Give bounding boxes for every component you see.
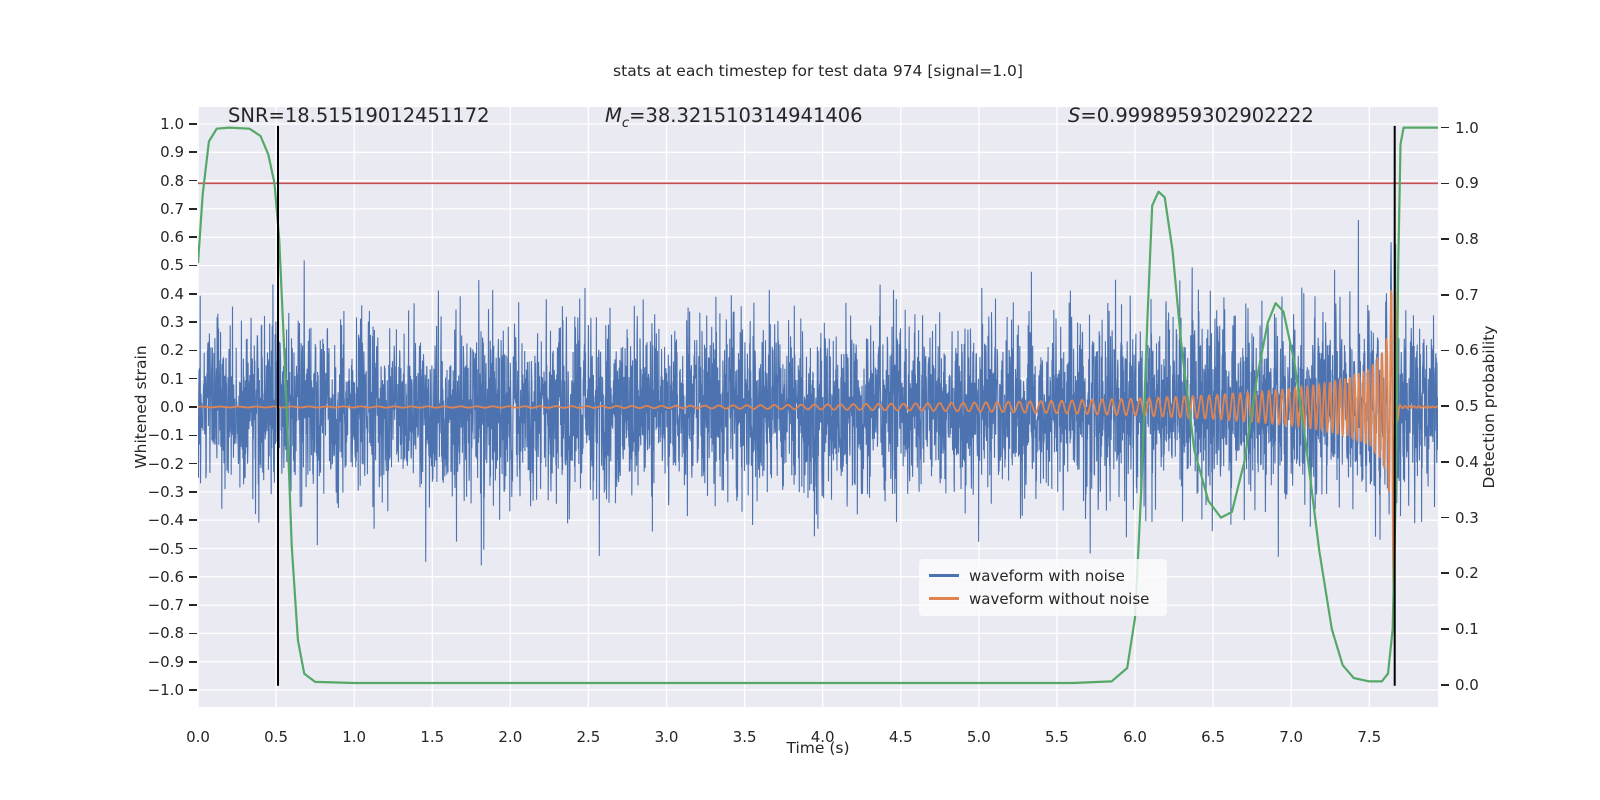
y-tick-label-left: 0.7 — [160, 199, 184, 218]
y-tick-label-left: −0.1 — [147, 426, 184, 445]
x-tick-label: 7.5 — [1357, 728, 1382, 746]
x-tick-label: 4.5 — [888, 728, 913, 746]
y-tick-mark-left — [189, 321, 197, 323]
legend-item-with-noise: waveform with noise — [929, 564, 1157, 587]
y-tick-mark-left — [189, 547, 197, 550]
y-tick-label-left: 0.8 — [160, 171, 184, 190]
annotation-chirp-mass: Mc=38.321510314941406 — [605, 103, 863, 137]
x-tick-label: 1.5 — [420, 728, 445, 746]
y-tick-mark-right — [1441, 126, 1449, 129]
y-tick-label-right: 0.4 — [1455, 452, 1479, 471]
legend: waveform with noise waveform without noi… — [919, 559, 1167, 616]
y-tick-label-left: −0.7 — [147, 596, 184, 615]
y-tick-mark-right — [1441, 628, 1449, 630]
y-tick-mark-left — [189, 208, 197, 210]
chart-title: stats at each timestep for test data 974… — [613, 62, 1023, 80]
y-tick-label-right: 0.7 — [1455, 285, 1479, 304]
x-tick-label: 7.0 — [1279, 728, 1304, 746]
y-tick-label-left: 0.4 — [160, 284, 184, 303]
legend-swatch-orange-line — [929, 597, 959, 600]
y-tick-label-right: 0.2 — [1455, 564, 1479, 583]
y-tick-label-right: 0.9 — [1455, 174, 1479, 193]
y-tick-mark-left — [189, 377, 197, 380]
y-tick-label-left: 0.9 — [160, 143, 184, 162]
x-tick-label: 0.0 — [186, 728, 210, 746]
legend-swatch-blue-line — [929, 574, 959, 577]
y-tick-mark-right — [1441, 293, 1449, 296]
legend-label: waveform with noise — [969, 566, 1125, 585]
y-tick-mark-left — [189, 462, 197, 465]
y-tick-mark-right — [1441, 349, 1449, 352]
y-tick-mark-right — [1441, 461, 1449, 463]
y-tick-label-left: −0.4 — [147, 511, 184, 530]
y-tick-label-left: 0.0 — [160, 398, 184, 416]
y-tick-label-left: −0.8 — [147, 624, 184, 643]
y-tick-mark-left — [189, 491, 197, 493]
y-tick-label-left: −0.6 — [147, 567, 184, 586]
y-tick-label-right: 0.0 — [1455, 675, 1479, 694]
y-tick-mark-right — [1441, 572, 1449, 575]
y-tick-label-right: 0.1 — [1455, 620, 1479, 638]
y-tick-label-left: 0.3 — [160, 313, 184, 332]
y-tick-mark-left — [189, 151, 197, 154]
y-tick-mark-left — [189, 519, 197, 521]
figure: stats at each timestep for test data 974… — [0, 0, 1600, 800]
x-tick-label: 3.5 — [732, 728, 757, 746]
y-tick-label-left: 0.1 — [160, 369, 184, 388]
x-tick-label: 0.5 — [264, 728, 288, 746]
annotation-score: S=0.9998959302902222 — [1068, 103, 1314, 129]
y-tick-mark-left — [189, 236, 197, 238]
y-tick-mark-right — [1441, 405, 1449, 407]
y-tick-mark-left — [189, 434, 197, 437]
y-tick-label-left: 0.6 — [160, 228, 184, 247]
y-tick-label-left: −0.2 — [147, 454, 184, 473]
y-tick-mark-right — [1441, 182, 1449, 185]
y-tick-mark-left — [189, 576, 197, 578]
y-tick-mark-right — [1441, 683, 1449, 686]
y-tick-label-left: −0.5 — [147, 539, 184, 558]
y-tick-label-right: 0.3 — [1455, 508, 1479, 527]
x-tick-label: 2.5 — [576, 728, 601, 746]
legend-label: waveform without noise — [969, 589, 1150, 608]
y-tick-mark-left — [189, 264, 197, 267]
y-tick-label-right: 0.6 — [1455, 341, 1479, 360]
y-tick-mark-right — [1441, 238, 1449, 240]
y-tick-mark-left — [189, 632, 197, 635]
y-tick-mark-right — [1441, 516, 1449, 519]
y-tick-label-left: −0.9 — [147, 652, 184, 671]
x-tick-label: 6.0 — [1123, 728, 1147, 746]
y-tick-mark-left — [189, 179, 197, 182]
y-tick-mark-left — [189, 123, 197, 125]
y-tick-mark-left — [189, 660, 197, 663]
y-tick-mark-left — [189, 406, 197, 408]
x-tick-label: 6.5 — [1201, 728, 1226, 746]
y-tick-label-left: −0.3 — [147, 482, 184, 501]
y-tick-label-left: −1.0 — [147, 681, 184, 700]
x-tick-label: 3.0 — [654, 728, 679, 746]
plot-area: SNR=18.51519012451172 Mc=38.321510314941… — [198, 104, 1438, 707]
y-tick-mark-left — [189, 604, 197, 606]
y-tick-label-left: 1.0 — [160, 114, 184, 133]
y-tick-label-left: 0.2 — [160, 341, 184, 360]
y-tick-label-right: 0.5 — [1455, 397, 1479, 416]
x-tick-label: 4.0 — [810, 728, 835, 746]
y-tick-mark-left — [189, 689, 197, 691]
y-tick-mark-left — [189, 349, 197, 352]
legend-item-without-noise: waveform without noise — [929, 587, 1157, 610]
y-tick-label-right: 1.0 — [1455, 118, 1479, 137]
y-tick-mark-left — [189, 292, 197, 295]
x-tick-label: 2.0 — [498, 728, 523, 746]
score-symbol: S — [1068, 104, 1081, 127]
x-tick-label: 1.0 — [342, 728, 367, 746]
chirp-mass-value: =38.321510314941406 — [629, 104, 863, 127]
annotation-snr: SNR=18.51519012451172 — [228, 104, 490, 127]
chirp-mass-symbol: M — [605, 104, 622, 127]
y-tick-label-right: 0.8 — [1455, 230, 1479, 249]
score-value: =0.9998959302902222 — [1080, 104, 1314, 127]
y-tick-label-left: 0.5 — [160, 256, 184, 275]
x-tick-label: 5.5 — [1045, 728, 1069, 746]
x-tick-label: 5.0 — [966, 728, 991, 746]
